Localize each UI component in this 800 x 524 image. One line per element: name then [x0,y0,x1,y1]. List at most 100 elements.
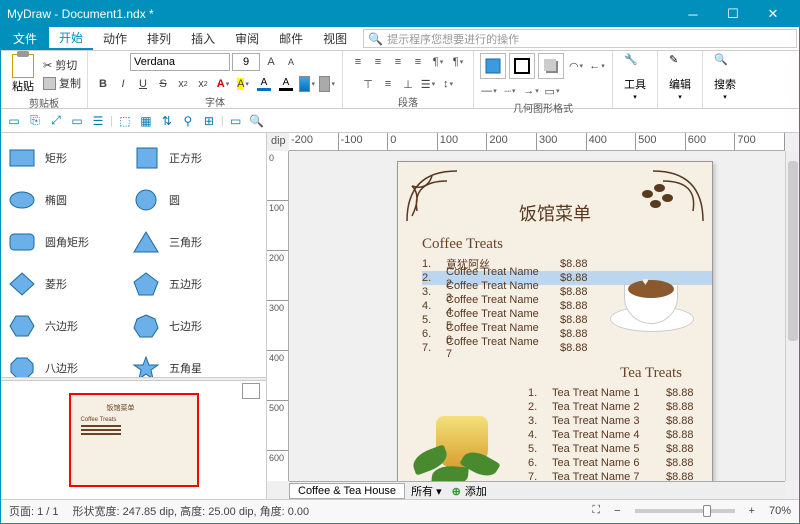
section-tea[interactable]: Tea Treats [422,365,682,382]
tell-me-search[interactable]: 🔍 提示程序您想要进行的操作 [363,29,797,48]
arrow-end-button[interactable]: → [522,82,540,100]
minimize-button[interactable]: ─ [673,1,713,27]
valign-top-button[interactable]: ⊤ [359,75,377,93]
qt-btn-3[interactable]: ⤢ [47,112,65,130]
shape-圆[interactable]: 圆 [131,179,255,221]
bold-button[interactable]: B [94,75,112,93]
tab-view[interactable]: 视图 [313,27,357,50]
add-page-button[interactable]: ⊕添加 [448,483,487,499]
arrow-start-button[interactable]: ← [588,57,606,75]
align-center-button[interactable]: ≡ [369,53,387,71]
font-name-select[interactable]: Verdana [130,53,230,71]
fill-swatch-button[interactable] [480,53,506,79]
italic-button[interactable]: I [114,75,132,93]
highlight-button[interactable]: A [234,75,252,93]
font-fill-button[interactable]: A [254,75,274,93]
file-menu[interactable]: 文件 [1,27,49,50]
tab-arrange[interactable]: 排列 [137,27,181,50]
shape-矩形[interactable]: 矩形 [7,137,131,179]
font-color-button[interactable]: A [276,75,296,93]
canvas[interactable]: dip -200-1000100200300400500600700 01002… [267,133,799,499]
grow-font-button[interactable]: A [262,53,280,71]
subscript-button[interactable]: x2 [174,75,192,93]
dash-style-button[interactable]: ┈ [501,82,519,100]
shape-六边形[interactable]: 六边形 [7,305,131,347]
shape-椭圆[interactable]: 椭圆 [7,179,131,221]
shrink-font-button[interactable]: A [282,53,300,71]
close-button[interactable]: ✕ [753,1,793,27]
qt-btn-5[interactable]: ☰ [89,112,107,130]
tab-mail[interactable]: 邮件 [269,27,313,50]
zoom-slider[interactable] [635,509,735,513]
qt-btn-10[interactable]: ⊞ [200,112,218,130]
cut-button[interactable]: ✂剪切 [43,58,81,72]
page-tab[interactable]: Coffee & Tea House [289,483,405,499]
strike-button[interactable]: S [154,75,172,93]
qt-btn-1[interactable]: ▭ [5,112,23,130]
shape-三角形[interactable]: 三角形 [131,221,255,263]
page-thumbnail[interactable]: 饭馆菜单 Coffee Treats [69,393,199,487]
qt-btn-11[interactable]: ▭ [227,112,245,130]
shape-五角星[interactable]: 五角星 [131,347,255,377]
menu-item[interactable]: 7.Coffee Treat Name 7$8.88 [422,341,712,355]
fill-gradient-button[interactable] [298,75,316,93]
zoom-fit-button[interactable]: ⛶ [592,504,600,517]
valign-bot-button[interactable]: ⊥ [399,75,417,93]
scrollbar-vertical[interactable] [785,151,799,481]
menu-item[interactable]: 5.Tea Treat Name 5$8.88 [528,442,712,456]
valign-mid-button[interactable]: ≡ [379,75,397,93]
qt-btn-9[interactable]: ⚲ [179,112,197,130]
shape-正方形[interactable]: 正方形 [131,137,255,179]
maximize-button[interactable]: ☐ [713,1,753,27]
zoom-out-button[interactable]: − [614,505,620,517]
shadow-button[interactable] [538,53,564,79]
qt-btn-12[interactable]: 🔍 [248,112,266,130]
shape-五边形[interactable]: 五边形 [131,263,255,305]
layer-button[interactable] [242,383,260,399]
menu-item[interactable]: 6.Tea Treat Name 6$8.88 [528,456,712,470]
paste-button[interactable]: 粘贴 [7,53,39,95]
line-spacing-button[interactable]: ↕ [439,75,457,93]
tab-review[interactable]: 审阅 [225,27,269,50]
search-button[interactable]: 🔍 搜索▾ [709,53,741,101]
underline-button[interactable]: U [134,75,152,93]
tab-insert[interactable]: 插入 [181,27,225,50]
shape-八边形[interactable]: 八边形 [7,347,131,377]
copy-button[interactable]: 复制 [43,76,81,90]
shape-七边形[interactable]: 七边形 [131,305,255,347]
menu-item[interactable]: 2.Tea Treat Name 2$8.88 [528,400,712,414]
menu-item[interactable]: 4.Tea Treat Name 4$8.88 [528,428,712,442]
superscript-button[interactable]: x2 [194,75,212,93]
tab-start[interactable]: 开始 [49,27,93,50]
rtl-button[interactable]: ¶ [449,53,467,71]
zoom-in-button[interactable]: + [749,505,755,517]
qt-btn-7[interactable]: ▦ [137,112,155,130]
shape-菱形[interactable]: 菱形 [7,263,131,305]
scroll-thumb[interactable] [788,161,798,341]
qt-btn-8[interactable]: ⇅ [158,112,176,130]
stroke-swatch-button[interactable] [509,53,535,79]
zoom-handle[interactable] [703,505,711,517]
align-justify-button[interactable]: ≡ [409,53,427,71]
qt-btn-2[interactable]: ⎘ [26,112,44,130]
line-style-button[interactable]: — [480,82,498,100]
shape-圆角矩形[interactable]: 圆角矩形 [7,221,131,263]
theme-button[interactable]: ▭ [543,82,561,100]
font-effect-button[interactable]: A [214,75,232,93]
menu-item[interactable]: 3.Tea Treat Name 3$8.88 [528,414,712,428]
section-coffee[interactable]: Coffee Treats [422,236,712,253]
edit-button[interactable]: ✎ 编辑▾ [664,53,696,101]
menu-item[interactable]: 1.Tea Treat Name 1$8.88 [528,386,712,400]
qt-btn-6[interactable]: ⬚ [116,112,134,130]
page-scope-select[interactable]: 所有 ▾ [405,483,448,499]
shadow-swatch-button[interactable] [318,75,336,93]
indent-button[interactable]: ¶ [429,53,447,71]
align-right-button[interactable]: ≡ [389,53,407,71]
tools-button[interactable]: 🔧 工具▾ [619,53,651,101]
bullets-button[interactable]: ☰ [419,75,437,93]
corner-style-button[interactable]: ◠ [567,57,585,75]
qt-btn-4[interactable]: ▭ [68,112,86,130]
tab-actions[interactable]: 动作 [93,27,137,50]
align-left-button[interactable]: ≡ [349,53,367,71]
document-page[interactable]: 饭馆菜单 Coffee Treats 1.意犹阿丝$8.882.Coffee T… [397,161,713,499]
